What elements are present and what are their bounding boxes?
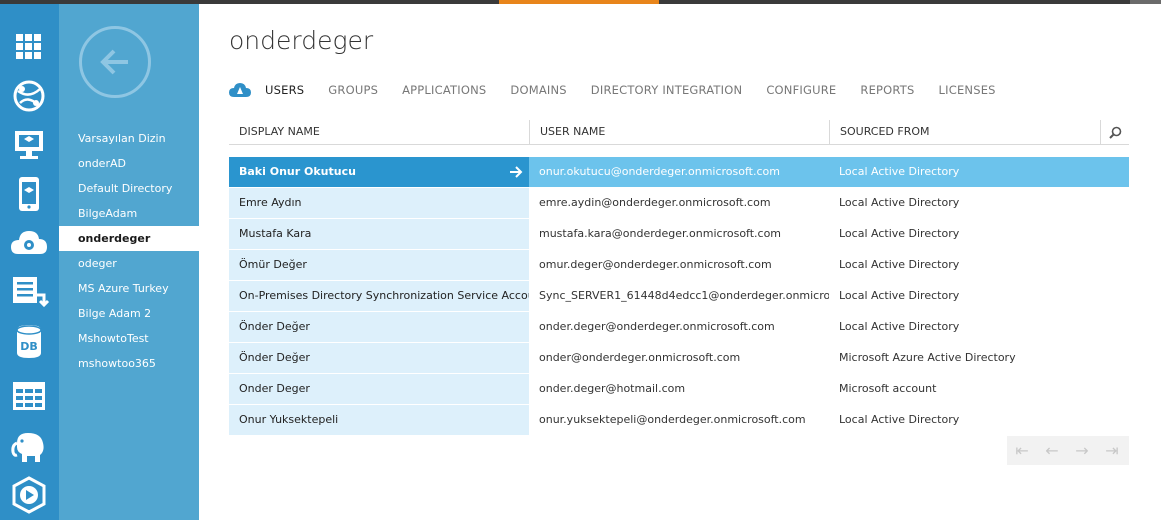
cell-sourced-from: Local Active Directory	[839, 320, 960, 333]
cell-display-name[interactable]: Ömür Değer	[229, 250, 529, 280]
tab-directory-integration[interactable]: DIRECTORY INTEGRATION	[591, 83, 743, 97]
cell-display-name[interactable]: Mustafa Kara	[229, 219, 529, 249]
directory-list: Varsayılan Dizin onderAD Default Directo…	[59, 126, 199, 376]
virtual-machines-icon[interactable]	[8, 124, 50, 166]
cell-display-name[interactable]: Önder Değer	[229, 312, 529, 342]
directory-item[interactable]: Default Directory	[59, 176, 199, 201]
directory-item-active[interactable]: onderdeger	[59, 226, 199, 251]
cell-sourced-from: Local Active Directory	[839, 258, 960, 271]
table-row[interactable]: Emre Aydın emre.aydin@onderdeger.onmicros…	[229, 188, 1129, 219]
table-row[interactable]: Ömür Değer omur.deger@onderdeger.onmicros…	[229, 250, 1129, 281]
media-services-icon[interactable]	[8, 474, 50, 516]
all-items-icon[interactable]	[8, 26, 50, 68]
cell-sourced-from: Local Active Directory	[839, 227, 960, 240]
directory-item[interactable]: BilgeAdam	[59, 201, 199, 226]
cloud-services-icon[interactable]	[8, 222, 50, 264]
table-header: DISPLAY NAME USER NAME SOURCED FROM	[229, 120, 1129, 145]
users-table-body: Baki Onur Okutucu onur.okutucu@onderdeger…	[229, 157, 1129, 436]
batch-icon[interactable]	[8, 271, 50, 313]
service-icon-bar: DB	[0, 4, 59, 520]
table-row[interactable]: Önder Değer onder.deger@onderdeger.onmicr…	[229, 312, 1129, 343]
page-title: onderdeger	[229, 26, 374, 55]
directory-item[interactable]: onderAD	[59, 151, 199, 176]
tab-groups[interactable]: GROUPS	[328, 83, 378, 97]
cell-sourced-from: Local Active Directory	[839, 196, 960, 209]
directory-nav: Varsayılan Dizin onderAD Default Directo…	[59, 4, 199, 520]
cell-user-name: emre.aydin@onderdeger.onmicrosoft.com	[539, 196, 771, 209]
directory-item[interactable]: MS Azure Turkey	[59, 276, 199, 301]
cell-display-name[interactable]: On-Premises Directory Synchronization Se…	[229, 281, 529, 311]
table-row-selected[interactable]: Baki Onur Okutucu onur.okutucu@onderdeger…	[229, 157, 1129, 188]
directory-item[interactable]: MshowtoTest	[59, 326, 199, 351]
directory-cloud-icon	[229, 83, 251, 97]
column-header-display-name[interactable]: DISPLAY NAME	[229, 120, 529, 145]
cell-user-name: onur.yuksektepeli@onderdeger.onmicrosoft…	[539, 413, 806, 426]
directory-item[interactable]: Varsayılan Dizin	[59, 126, 199, 151]
cell-user-name: onder@onderdeger.onmicrosoft.com	[539, 351, 741, 364]
back-button[interactable]	[79, 26, 151, 98]
pager: ⇤ ← → ⇥	[1007, 436, 1129, 465]
back-arrow-icon	[100, 49, 128, 75]
cell-sourced-from: Microsoft Azure Active Directory	[839, 351, 1016, 364]
mobile-services-icon[interactable]	[8, 173, 50, 215]
top-bar-right	[1130, 0, 1161, 4]
hdinsight-icon[interactable]	[8, 425, 50, 467]
cell-display-name[interactable]: Baki Onur Okutucu	[229, 157, 529, 187]
cell-user-name: Sync_SERVER1_61448d4edcc1@onderdeger.onm…	[539, 289, 829, 302]
tab-applications[interactable]: APPLICATIONS	[402, 83, 486, 97]
directory-item[interactable]: odeger	[59, 251, 199, 276]
tab-licenses[interactable]: LICENSES	[939, 83, 996, 97]
cell-sourced-from: Local Active Directory	[829, 157, 1129, 187]
tab-reports[interactable]: REPORTS	[860, 83, 914, 97]
directory-item[interactable]: Bilge Adam 2	[59, 301, 199, 326]
table-row[interactable]: Önder Değer onder@onderdeger.onmicrosoft.…	[229, 343, 1129, 374]
first-page-icon[interactable]: ⇤	[1007, 436, 1037, 465]
storage-icon[interactable]	[8, 376, 50, 418]
tab-users[interactable]: USERS	[265, 83, 304, 97]
cell-sourced-from: Local Active Directory	[839, 289, 960, 302]
cell-display-name[interactable]: Onder Deger	[229, 374, 529, 404]
search-button[interactable]	[1100, 120, 1129, 145]
table-row[interactable]: Onder Deger onder.deger@hotmail.com Micros…	[229, 374, 1129, 405]
cell-sourced-from: Local Active Directory	[839, 413, 960, 426]
table-row[interactable]: Onur Yuksektepeli onur.yuksektepeli@onder…	[229, 405, 1129, 436]
tab-domains[interactable]: DOMAINS	[510, 83, 566, 97]
cell-user-name: onder.deger@hotmail.com	[539, 382, 686, 395]
search-icon	[1109, 126, 1122, 139]
tab-bar: USERS GROUPS APPLICATIONS DOMAINS DIRECT…	[229, 80, 1020, 100]
tab-configure[interactable]: CONFIGURE	[766, 83, 836, 97]
column-header-user-name[interactable]: USER NAME	[529, 120, 829, 145]
cell-user-name: omur.deger@onderdeger.onmicrosoft.com	[539, 258, 772, 271]
table-row[interactable]: Mustafa Kara mustafa.kara@onderdeger.onmi…	[229, 219, 1129, 250]
cell-sourced-from: Microsoft account	[839, 382, 937, 395]
cell-user-name: mustafa.kara@onderdeger.onmicrosoft.com	[539, 227, 782, 240]
column-header-sourced-from[interactable]: SOURCED FROM	[829, 120, 1100, 145]
cell-display-name[interactable]: Önder Değer	[229, 343, 529, 373]
open-user-arrow-icon[interactable]	[509, 166, 523, 178]
next-page-icon[interactable]: →	[1067, 436, 1097, 465]
table-row[interactable]: On-Premises Directory Synchronization Se…	[229, 281, 1129, 312]
prev-page-icon[interactable]: ←	[1037, 436, 1067, 465]
web-sites-icon[interactable]	[8, 75, 50, 117]
svg-text:DB: DB	[20, 340, 38, 353]
directory-item[interactable]: mshowtoo365	[59, 351, 199, 376]
cell-user-name: onur.okutucu@onderdeger.onmicrosoft.com	[529, 157, 829, 187]
last-page-icon[interactable]: ⇥	[1097, 436, 1127, 465]
cell-display-name[interactable]: Emre Aydın	[229, 188, 529, 218]
cell-display-name[interactable]: Onur Yuksektepeli	[229, 405, 529, 435]
top-bar-accent	[499, 0, 659, 4]
sql-databases-icon[interactable]: DB	[8, 320, 50, 362]
cell-user-name: onder.deger@onderdeger.onmicrosoft.com	[539, 320, 775, 333]
